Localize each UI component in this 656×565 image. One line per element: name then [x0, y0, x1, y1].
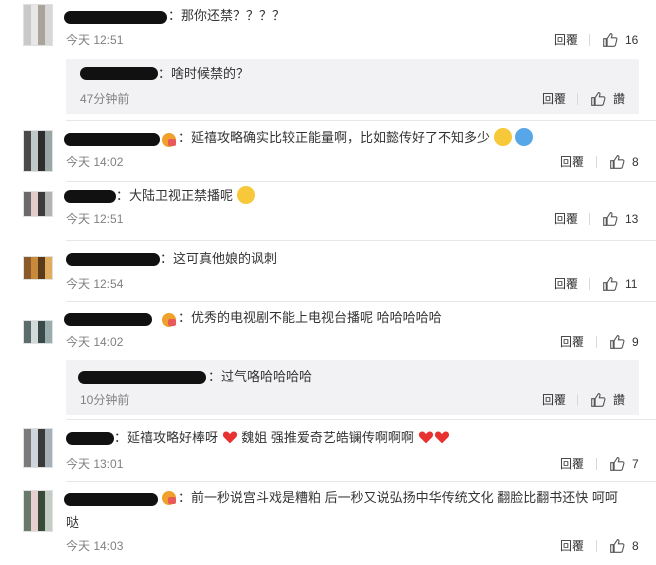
- reply-button[interactable]: 回覆: [542, 91, 566, 107]
- comment-time: 今天 14:02: [66, 335, 124, 349]
- sub-reply-box: ：过气咯哈哈哈哈 10分钟前 回覆 讚: [66, 360, 639, 415]
- like-button[interactable]: 讚: [590, 391, 625, 408]
- comment-item: ：那你还禁？？？？ 今天 12:51 回覆 16: [0, 0, 656, 58]
- comment-text-continued: 哒: [66, 515, 80, 530]
- username-redacted[interactable]: [64, 133, 160, 146]
- comment-text: ：这可真他娘的讽刺: [160, 251, 278, 266]
- heart-icon: [434, 431, 449, 444]
- avatar[interactable]: [23, 191, 53, 217]
- like-label: 讚: [613, 91, 626, 106]
- comment-time: 今天 12:54: [66, 277, 124, 291]
- comment-item: ：延禧攻略确实比较正能量啊，比如懿传好了不知多少 今天 14:02 回覆 8: [0, 121, 656, 181]
- reply-button[interactable]: 回覆: [554, 211, 578, 227]
- thumbs-up-icon: [603, 32, 618, 47]
- vip-badge-icon: [162, 313, 176, 327]
- avatar[interactable]: [23, 320, 53, 344]
- like-button[interactable]: 讚: [590, 90, 625, 107]
- username-redacted[interactable]: [80, 67, 158, 80]
- separator: [589, 34, 590, 46]
- like-count: 8: [632, 154, 639, 169]
- like-count: 13: [625, 211, 639, 226]
- like-count: 8: [632, 538, 639, 553]
- like-button[interactable]: 8: [609, 537, 639, 554]
- thumbs-up-icon: [610, 154, 625, 169]
- comment-item: ：前一秒说宫斗戏是糟粕 后一秒又说弘扬中华传统文化 翻脸比翻书还快 呵呵 哒 今…: [0, 482, 656, 565]
- sub-reply-text: ：过气咯哈哈哈哈: [208, 369, 313, 384]
- like-label: 讚: [613, 392, 626, 407]
- comment-time: 今天 13:01: [66, 457, 124, 471]
- like-button[interactable]: 7: [609, 455, 639, 472]
- vip-badge-icon: [162, 491, 176, 505]
- username-redacted[interactable]: [66, 253, 160, 266]
- thumbs-up-icon: [591, 392, 606, 407]
- thumbs-up-icon: [603, 211, 618, 226]
- avatar[interactable]: [23, 428, 53, 468]
- comment-text: ：优秀的电视剧不能上电视台播呢 哈哈哈哈哈: [178, 310, 442, 325]
- thumbs-up-icon: [610, 334, 625, 349]
- like-count: 9: [632, 334, 639, 349]
- like-button[interactable]: 13: [602, 210, 638, 227]
- username-redacted[interactable]: [78, 371, 206, 384]
- comment-text: ：延禧攻略好棒呀 魏姐 强推爱奇艺皓镧传啊啊啊: [114, 429, 450, 447]
- like-count: 16: [625, 32, 639, 47]
- reply-button[interactable]: 回覆: [560, 154, 584, 170]
- reply-button[interactable]: 回覆: [542, 392, 566, 408]
- avatar[interactable]: [23, 4, 53, 46]
- comment-text: ：大陆卫视正禁播呢: [116, 186, 255, 205]
- sub-reply-box: ：啥时候禁的？ 47分钟前 回覆 讚: [66, 59, 639, 114]
- reply-button[interactable]: 回覆: [554, 276, 578, 292]
- comment-text: ：那你还禁？？？？: [168, 8, 286, 23]
- comment-time: 今天 14:02: [66, 155, 124, 169]
- thumbs-up-icon: [610, 456, 625, 471]
- heart-icon: [222, 431, 237, 444]
- sub-reply-time: 10分钟前: [80, 393, 130, 407]
- avatar[interactable]: [23, 130, 53, 172]
- username-redacted[interactable]: [64, 11, 167, 24]
- thumbs-up-icon: [591, 91, 606, 106]
- vip-badge-icon: [162, 133, 176, 147]
- thumbs-up-icon: [603, 276, 618, 291]
- like-button[interactable]: 16: [602, 31, 638, 48]
- reply-button[interactable]: 回覆: [554, 32, 578, 48]
- reply-button[interactable]: 回覆: [560, 538, 584, 554]
- hug-emoji-icon: [515, 128, 534, 146]
- comment-time: 今天 12:51: [66, 212, 124, 226]
- reply-button[interactable]: 回覆: [560, 456, 584, 472]
- separator: [577, 394, 578, 406]
- username-redacted[interactable]: [64, 190, 116, 203]
- comment-text: ：前一秒说宫斗戏是糟粕 后一秒又说弘扬中华传统文化 翻脸比翻书还快 呵呵: [178, 490, 618, 505]
- like-count: 7: [632, 456, 639, 471]
- like-button[interactable]: 9: [609, 333, 639, 350]
- separator: [589, 278, 590, 290]
- username-redacted[interactable]: [64, 313, 152, 326]
- sub-reply-text: ：啥时候禁的？: [158, 66, 250, 81]
- reply-button[interactable]: 回覆: [560, 334, 584, 350]
- thumbs-up-icon: [610, 538, 625, 553]
- comment-text: ：延禧攻略确实比较正能量啊，比如懿传好了不知多少: [178, 128, 534, 147]
- comment-item: ：延禧攻略好棒呀 魏姐 强推爱奇艺皓镧传啊啊啊 今天 13:01 回覆 7: [0, 420, 656, 480]
- comment-item: ：这可真他娘的讽刺 今天 12:54 回覆 11: [0, 241, 656, 301]
- separator: [596, 336, 597, 348]
- separator: [596, 458, 597, 470]
- comment-time: 今天 14:03: [66, 539, 124, 553]
- shush-emoji-icon: [236, 186, 255, 204]
- smile-emoji-icon: [493, 128, 512, 146]
- avatar[interactable]: [23, 490, 53, 532]
- comment-item: ：大陆卫视正禁播呢 今天 12:51 回覆 13: [0, 182, 656, 240]
- comment-item: ：优秀的电视剧不能上电视台播呢 哈哈哈哈哈 今天 14:02 回覆 9: [0, 302, 656, 360]
- username-redacted[interactable]: [66, 432, 114, 445]
- sub-reply-time: 47分钟前: [80, 92, 130, 106]
- separator: [596, 540, 597, 552]
- separator: [596, 156, 597, 168]
- avatar[interactable]: [23, 256, 53, 280]
- heart-icon: [418, 431, 433, 444]
- comment-time: 今天 12:51: [66, 33, 124, 47]
- username-redacted[interactable]: [64, 493, 158, 506]
- like-button[interactable]: 11: [602, 275, 637, 292]
- like-count: 11: [625, 276, 638, 291]
- like-button[interactable]: 8: [609, 153, 639, 170]
- separator: [577, 93, 578, 105]
- separator: [589, 213, 590, 225]
